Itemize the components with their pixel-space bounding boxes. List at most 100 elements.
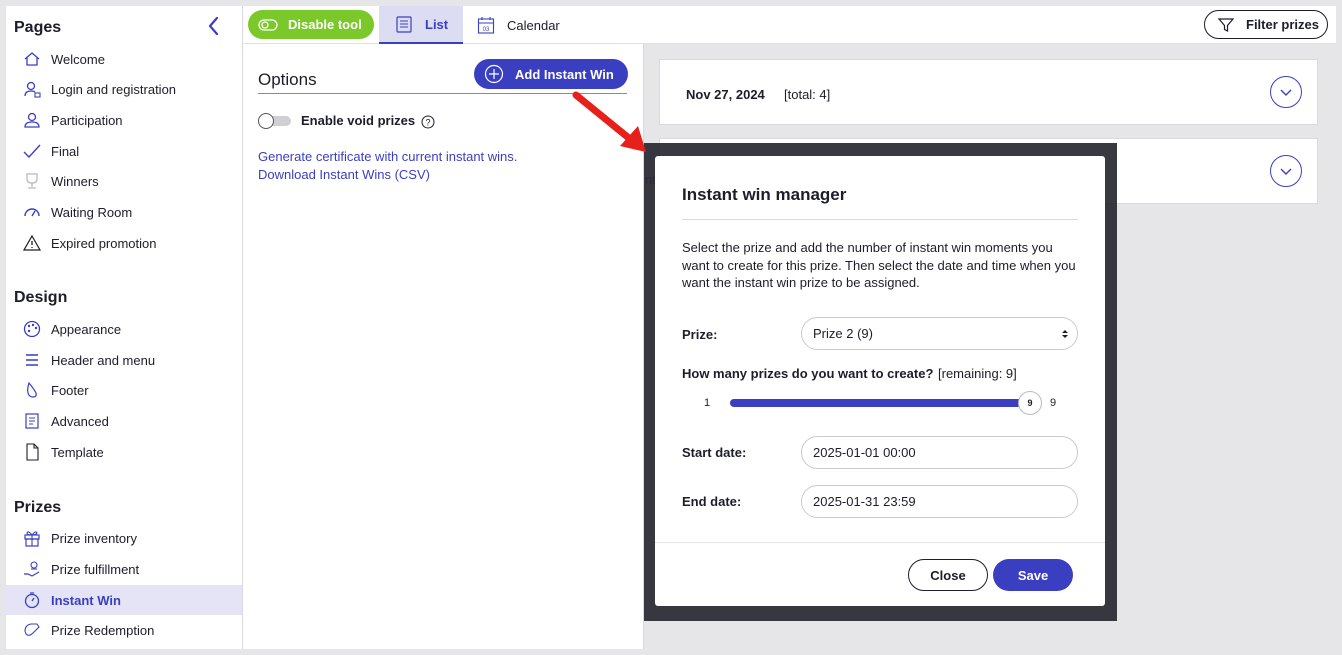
slider-min-label: 1 <box>704 397 711 409</box>
sidebar-item-label: Instant Win <box>51 592 121 608</box>
sidebar-item-waiting-room[interactable]: Waiting Room <box>6 197 242 227</box>
tab-list-label: List <box>425 16 449 32</box>
start-date-label: Start date: <box>682 445 747 460</box>
expand-card-button[interactable] <box>1270 76 1302 108</box>
tab-list[interactable]: List <box>379 6 463 44</box>
sidebar-item-footer[interactable]: Footer <box>6 375 242 405</box>
filter-icon <box>1217 17 1235 33</box>
topbar: Disable tool List 03 Calendar Filter pri… <box>243 6 1336 44</box>
sidebar-item-final[interactable]: Final <box>6 136 242 166</box>
sidebar-item-prize-redemption[interactable]: Prize Redemption <box>6 615 242 645</box>
card-total: [total: 4] <box>784 87 831 102</box>
user-lock-icon <box>23 80 41 98</box>
prize-select[interactable]: Prize 2 (9) <box>801 317 1078 350</box>
filter-prizes-button[interactable]: Filter prizes <box>1204 10 1328 39</box>
card-date: Nov 27, 2024 <box>686 87 765 102</box>
collapse-sidebar-button[interactable] <box>202 14 226 38</box>
chevron-down-icon <box>1280 89 1292 96</box>
tab-calendar-label: Calendar <box>507 17 560 33</box>
options-title: Options <box>258 70 317 89</box>
sidebar-item-welcome[interactable]: Welcome <box>6 44 242 74</box>
document-icon <box>23 443 41 461</box>
start-date-value: 2025-01-01 00:00 <box>813 445 916 460</box>
close-button[interactable]: Close <box>908 559 988 591</box>
prize-label: Prize: <box>682 327 718 342</box>
save-button[interactable]: Save <box>993 559 1073 591</box>
chevron-left-icon <box>208 16 219 36</box>
sidebar-item-label: Header and menu <box>51 352 156 368</box>
start-date-input[interactable]: 2025-01-01 00:00 <box>801 436 1078 469</box>
sidebar-item-login[interactable]: Login and registration <box>6 74 242 104</box>
sidebar-item-advanced[interactable]: Advanced <box>6 406 242 436</box>
sidebar-item-label: Participation <box>51 112 123 128</box>
sidebar-item-label: Advanced <box>51 413 109 429</box>
hand-coins-icon <box>23 560 41 578</box>
sidebar: Pages Welcome Login and registration Par… <box>6 6 243 649</box>
sidebar-item-label: Expired promotion <box>51 235 157 251</box>
menu-icon <box>23 351 41 369</box>
remaining-count: [remaining: 9] <box>938 366 1017 381</box>
quantity-label: How many prizes do you want to create? <box>682 366 934 381</box>
sidebar-item-label: Footer <box>51 382 89 398</box>
modal-footer-divider <box>655 542 1105 543</box>
disable-tool-button[interactable]: Disable tool <box>248 10 374 39</box>
sidebar-item-label: Prize Redemption <box>51 622 155 638</box>
sidebar-section-title: Design <box>14 289 68 306</box>
end-date-value: 2025-01-31 23:59 <box>813 494 916 509</box>
sidebar-item-label: Waiting Room <box>51 204 133 220</box>
download-csv-link[interactable]: Download Instant Wins (CSV) <box>258 167 430 182</box>
sidebar-item-label: Appearance <box>51 321 122 337</box>
sidebar-item-label: Winners <box>51 173 99 189</box>
trophy-icon <box>23 172 41 190</box>
warning-icon <box>23 234 41 252</box>
help-icon[interactable]: ? <box>421 115 435 129</box>
add-instant-win-label: Add Instant Win <box>515 66 614 82</box>
modal-divider <box>682 219 1078 220</box>
sidebar-item-label: Prize inventory <box>51 530 137 546</box>
redeem-icon <box>23 621 41 639</box>
sidebar-item-template[interactable]: Template <box>6 437 242 467</box>
code-icon <box>23 412 41 430</box>
tab-calendar[interactable]: 03 Calendar <box>477 6 577 44</box>
sidebar-item-label: Template <box>51 444 104 460</box>
modal-description: Select the prize and add the number of i… <box>682 240 1076 290</box>
gift-icon <box>23 529 41 547</box>
sidebar-item-expired-promotion[interactable]: Expired promotion <box>6 228 242 258</box>
generate-certificate-link[interactable]: Generate certificate with current instan… <box>258 149 517 164</box>
plus-circle-icon <box>484 64 504 84</box>
gauge-icon <box>23 203 41 221</box>
sidebar-item-participation[interactable]: Participation <box>6 105 242 135</box>
filter-prizes-label: Filter prizes <box>1246 17 1319 32</box>
disable-tool-label: Disable tool <box>288 17 362 32</box>
slider-thumb[interactable]: 9 <box>1018 391 1042 415</box>
footer-icon <box>23 381 41 399</box>
quantity-slider[interactable]: 9 <box>730 391 1042 415</box>
sidebar-item-label: Final <box>51 143 80 159</box>
sidebar-item-prize-inventory[interactable]: Prize inventory <box>6 523 242 553</box>
select-caret-icon <box>1061 328 1069 340</box>
sidebar-item-appearance[interactable]: Appearance <box>6 314 242 344</box>
annotation-arrow-icon <box>572 91 646 152</box>
stopwatch-icon <box>23 591 41 609</box>
toggle-knob <box>258 113 274 129</box>
end-date-input[interactable]: 2025-01-31 23:59 <box>801 485 1078 518</box>
palette-icon <box>23 320 41 338</box>
sidebar-item-header-menu[interactable]: Header and menu <box>6 345 242 375</box>
calendar-icon: 03 <box>477 16 495 34</box>
sidebar-item-instant-win[interactable]: Instant Win <box>6 585 242 615</box>
slider-max-label: 9 <box>1050 397 1057 409</box>
user-icon <box>23 111 41 129</box>
toggle-on-icon <box>258 17 278 33</box>
prize-select-value: Prize 2 (9) <box>813 326 873 341</box>
add-instant-win-button[interactable]: Add Instant Win <box>474 59 628 89</box>
sidebar-item-winners[interactable]: Winners <box>6 166 242 196</box>
date-card[interactable]: Nov 27, 2024 [total: 4] <box>659 59 1318 125</box>
slider-fill <box>730 399 1030 407</box>
sidebar-item-prize-fulfillment[interactable]: Prize fulfillment <box>6 554 242 584</box>
sidebar-item-label: Welcome <box>51 51 105 67</box>
sidebar-item-label: Prize fulfillment <box>51 561 140 577</box>
void-prizes-toggle[interactable] <box>258 113 291 129</box>
sidebar-section-title: Prizes <box>14 499 62 516</box>
expand-card-button[interactable] <box>1270 155 1302 187</box>
sidebar-section-title: Pages <box>14 19 62 36</box>
